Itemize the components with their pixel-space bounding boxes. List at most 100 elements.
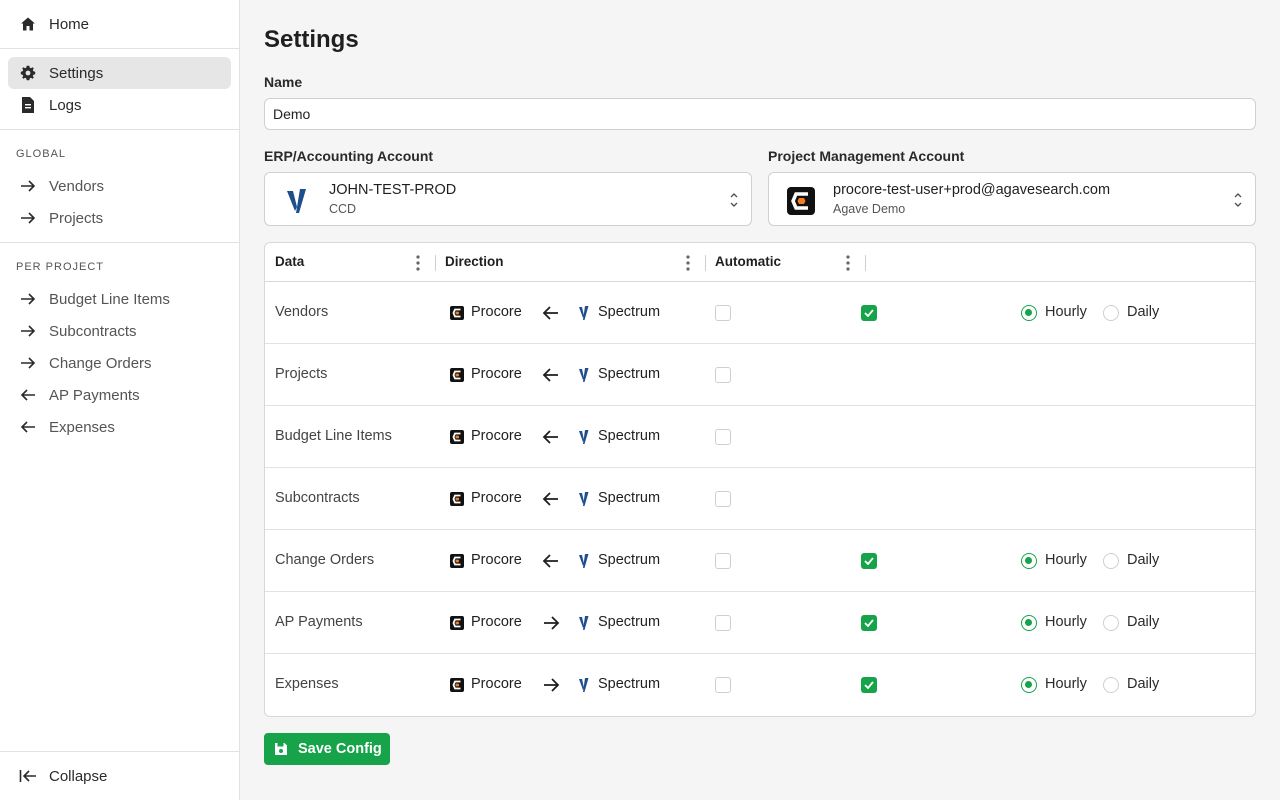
sidebar-item-ap-payments[interactable]: AP Payments bbox=[8, 379, 231, 411]
sidebar-item-logs[interactable]: Logs bbox=[8, 89, 231, 121]
arrow-left-icon bbox=[542, 304, 560, 322]
column-menu-icon[interactable] bbox=[412, 253, 424, 273]
sidebar-item-label: AP Payments bbox=[49, 386, 140, 404]
spectrum-logo-icon bbox=[281, 185, 313, 217]
target-system-label: Spectrum bbox=[598, 552, 661, 568]
sidebar-item-vendors[interactable]: Vendors bbox=[8, 170, 231, 202]
frequency-radio-hourly[interactable] bbox=[1021, 553, 1037, 569]
erp-account-subtitle: CCD bbox=[329, 202, 357, 216]
arrow-right-icon bbox=[18, 321, 38, 341]
spectrum-logo-icon bbox=[578, 678, 590, 692]
gear-icon bbox=[18, 63, 38, 83]
procore-logo-icon bbox=[450, 306, 464, 320]
frequency-radio-hourly[interactable] bbox=[1021, 615, 1037, 631]
target-system-label: Spectrum bbox=[598, 676, 661, 692]
pm-account-select[interactable]: procore-test-user+prod@agavesearch.com A… bbox=[768, 172, 1256, 226]
column-header-automatic: Automatic bbox=[715, 254, 782, 269]
sidebar-item-settings[interactable]: Settings bbox=[8, 57, 231, 89]
row-select-checkbox[interactable] bbox=[715, 305, 731, 321]
source-system-label: Procore bbox=[471, 304, 522, 320]
sidebar-item-projects[interactable]: Projects bbox=[8, 202, 231, 234]
row-select-checkbox[interactable] bbox=[715, 491, 731, 507]
arrow-right-icon bbox=[18, 208, 38, 228]
name-label: Name bbox=[264, 74, 303, 90]
automatic-checkbox[interactable] bbox=[861, 305, 877, 321]
row-data-name: Expenses bbox=[275, 676, 339, 692]
save-config-button[interactable]: Save Config bbox=[264, 733, 390, 765]
procore-logo-icon bbox=[450, 492, 464, 506]
spectrum-logo-icon bbox=[578, 306, 590, 320]
radio-label-hourly: Hourly bbox=[1045, 614, 1087, 630]
source-system-label: Procore bbox=[471, 676, 522, 692]
pm-account-label: Project Management Account bbox=[768, 148, 965, 164]
divider bbox=[0, 751, 239, 752]
row-data-name: Subcontracts bbox=[275, 490, 360, 506]
row-data-name: Change Orders bbox=[275, 552, 375, 568]
sync-config-table: Data Direction Automatic Vendors Procore S… bbox=[264, 242, 1256, 717]
spectrum-logo-icon bbox=[578, 492, 590, 506]
erp-account-select[interactable]: JOHN-TEST-PROD CCD bbox=[264, 172, 752, 226]
source-system-label: Procore bbox=[471, 552, 522, 568]
arrow-right-icon bbox=[542, 614, 560, 632]
row-data-name: Vendors bbox=[275, 304, 329, 320]
radio-label-daily: Daily bbox=[1127, 614, 1160, 630]
arrow-left-icon bbox=[18, 417, 38, 437]
row-data-name: Budget Line Items bbox=[275, 428, 392, 444]
spectrum-logo-icon bbox=[578, 616, 590, 630]
frequency-radio-hourly[interactable] bbox=[1021, 677, 1037, 693]
table-row: Subcontracts Procore Spectrum bbox=[265, 468, 1255, 530]
column-separator[interactable] bbox=[865, 255, 866, 271]
arrow-right-icon bbox=[18, 353, 38, 373]
row-select-checkbox[interactable] bbox=[715, 367, 731, 383]
row-select-checkbox[interactable] bbox=[715, 429, 731, 445]
sidebar-item-label: Vendors bbox=[49, 177, 105, 195]
arrow-left-icon bbox=[542, 366, 560, 384]
frequency-radio-daily[interactable] bbox=[1103, 553, 1119, 569]
pm-account-title: procore-test-user+prod@agavesearch.com bbox=[833, 182, 1111, 198]
table-row: Expenses Procore Spectrum Hourly Daily bbox=[265, 654, 1255, 716]
sidebar-item-label: Logs bbox=[49, 96, 82, 114]
spectrum-logo-icon bbox=[578, 554, 590, 568]
sidebar-item-expenses[interactable]: Expenses bbox=[8, 411, 231, 443]
table-header: Data Direction Automatic bbox=[265, 243, 1255, 282]
sidebar-item-label: Subcontracts bbox=[49, 322, 137, 340]
row-select-checkbox[interactable] bbox=[715, 553, 731, 569]
automatic-checkbox[interactable] bbox=[861, 677, 877, 693]
radio-label-daily: Daily bbox=[1127, 304, 1160, 320]
procore-logo-icon bbox=[450, 430, 464, 444]
collapse-button[interactable]: Collapse bbox=[8, 760, 231, 792]
column-separator[interactable] bbox=[705, 255, 706, 271]
frequency-radio-daily[interactable] bbox=[1103, 615, 1119, 631]
column-separator[interactable] bbox=[435, 255, 436, 271]
spectrum-logo-icon bbox=[578, 430, 590, 444]
row-select-checkbox[interactable] bbox=[715, 677, 731, 693]
source-system-label: Procore bbox=[471, 366, 522, 382]
row-select-checkbox[interactable] bbox=[715, 615, 731, 631]
automatic-checkbox[interactable] bbox=[861, 615, 877, 631]
radio-label-hourly: Hourly bbox=[1045, 552, 1087, 568]
sidebar: Home Settings Logs GLOBAL Vendors Projec… bbox=[0, 0, 240, 800]
sidebar-item-change-orders[interactable]: Change Orders bbox=[8, 347, 231, 379]
sidebar-item-home[interactable]: Home bbox=[8, 8, 231, 40]
frequency-radio-daily[interactable] bbox=[1103, 677, 1119, 693]
target-system-label: Spectrum bbox=[598, 366, 661, 382]
column-header-data: Data bbox=[275, 254, 305, 269]
arrow-left-icon bbox=[542, 552, 560, 570]
arrow-left-icon bbox=[18, 385, 38, 405]
divider bbox=[0, 242, 239, 243]
sidebar-item-budget-line-items[interactable]: Budget Line Items bbox=[8, 283, 231, 315]
table-row: Projects Procore Spectrum bbox=[265, 344, 1255, 406]
frequency-radio-hourly[interactable] bbox=[1021, 305, 1037, 321]
document-icon bbox=[18, 95, 38, 115]
automatic-checkbox[interactable] bbox=[861, 553, 877, 569]
pm-account-subtitle: Agave Demo bbox=[833, 202, 906, 216]
save-icon bbox=[274, 742, 288, 756]
column-menu-icon[interactable] bbox=[682, 253, 694, 273]
column-menu-icon[interactable] bbox=[842, 253, 854, 273]
frequency-radio-daily[interactable] bbox=[1103, 305, 1119, 321]
name-input[interactable] bbox=[264, 98, 1256, 130]
radio-label-daily: Daily bbox=[1127, 552, 1160, 568]
divider bbox=[0, 129, 239, 130]
sidebar-item-subcontracts[interactable]: Subcontracts bbox=[8, 315, 231, 347]
section-label-per-project: PER PROJECT bbox=[16, 261, 105, 273]
